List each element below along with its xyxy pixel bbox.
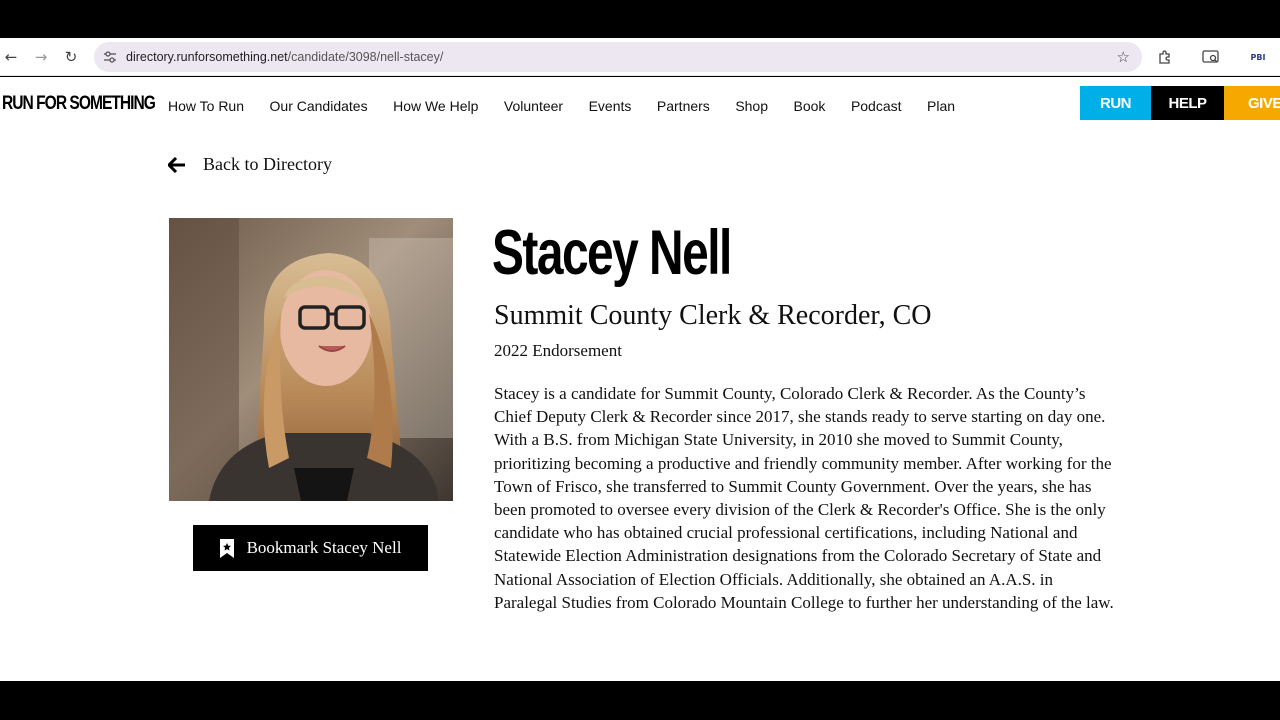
- url-path: /candidate/3098/nell-stacey/: [287, 50, 444, 64]
- run-button[interactable]: RUN: [1080, 86, 1151, 120]
- address-bar[interactable]: directory.runforsomething.net/candidate/…: [94, 42, 1142, 72]
- nav-how-we-help[interactable]: How We Help: [393, 98, 478, 114]
- back-to-directory-link[interactable]: Back to Directory: [168, 154, 332, 175]
- nav-plan[interactable]: Plan: [927, 98, 955, 114]
- nav-how-to-run[interactable]: How To Run: [168, 98, 244, 114]
- candidate-office: Summit County Clerk & Recorder, CO: [494, 300, 932, 331]
- candidate-name: Stacey Nell: [492, 218, 732, 288]
- candidate-bio: Stacey is a candidate for Summit County,…: [494, 384, 1114, 612]
- site-logo[interactable]: RUN FOR SOMETHING: [2, 93, 156, 115]
- forward-icon[interactable]: →: [30, 46, 52, 68]
- bookmark-star-icon[interactable]: ☆: [1117, 48, 1130, 66]
- nav-volunteer[interactable]: Volunteer: [504, 98, 563, 114]
- back-to-directory-label: Back to Directory: [203, 154, 332, 174]
- nav-our-candidates[interactable]: Our Candidates: [270, 98, 368, 114]
- page-content: RUN FOR SOMETHING How To Run Our Candida…: [0, 77, 1280, 681]
- main-nav: How To Run Our Candidates How We Help Vo…: [168, 98, 981, 114]
- nav-shop[interactable]: Shop: [735, 98, 768, 114]
- extension-label: PBI: [1250, 52, 1266, 62]
- url-host: directory.runforsomething.net: [126, 50, 288, 64]
- give-button[interactable]: GIVE: [1224, 86, 1280, 120]
- endorsement-year: 2022 Endorsement: [494, 341, 622, 360]
- power-bi-extension-icon[interactable]: PBI: [1248, 47, 1268, 67]
- extensions-icon[interactable]: [1155, 47, 1175, 67]
- help-button[interactable]: HELP: [1151, 86, 1224, 120]
- back-icon[interactable]: ←: [0, 46, 22, 68]
- reload-icon[interactable]: ↻: [60, 46, 82, 68]
- bookmark-icon: [219, 538, 234, 558]
- bookmark-candidate-button[interactable]: Bookmark Stacey Nell: [193, 525, 428, 571]
- tab-search-icon[interactable]: [1201, 47, 1221, 67]
- browser-toolbar: ← → ↻ directory.runforsomething.net/cand…: [0, 38, 1280, 76]
- bookmark-button-label: Bookmark Stacey Nell: [246, 538, 402, 557]
- site-info-icon[interactable]: [102, 49, 118, 65]
- nav-partners[interactable]: Partners: [657, 98, 710, 114]
- url-text[interactable]: directory.runforsomething.net/candidate/…: [126, 50, 443, 64]
- nav-events[interactable]: Events: [589, 98, 632, 114]
- nav-podcast[interactable]: Podcast: [851, 98, 902, 114]
- candidate-photo: [169, 218, 453, 501]
- arrow-left-icon: [168, 156, 185, 173]
- nav-book[interactable]: Book: [794, 98, 826, 114]
